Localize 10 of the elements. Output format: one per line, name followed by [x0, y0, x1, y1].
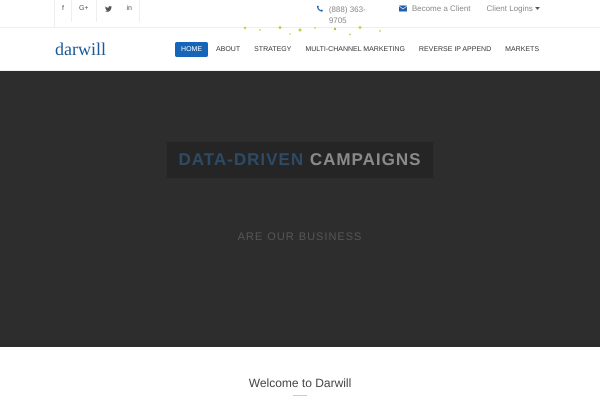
envelope-icon [398, 5, 407, 12]
twitter-icon[interactable] [104, 6, 112, 12]
hero-headline: DATA-DRIVEN CAMPAIGNS [166, 142, 434, 178]
phone-icon [316, 5, 324, 12]
logo[interactable]: darwill [55, 38, 106, 60]
become-client-link[interactable]: Become a Client [412, 4, 471, 13]
section-title: Welcome to Darwill [248, 376, 352, 390]
caret-icon [535, 7, 540, 10]
client-logins-dropdown[interactable]: Client Logins [486, 4, 540, 13]
phone-number[interactable]: (888) 363-9705 [328, 4, 383, 26]
